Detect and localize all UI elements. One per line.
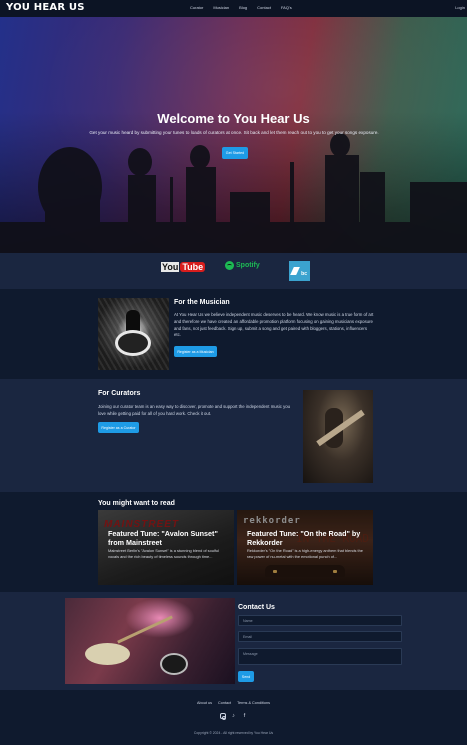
footer: About us Contact Terms & Conditions ♪ f … bbox=[0, 690, 467, 745]
guitarist-image bbox=[303, 390, 373, 483]
musician-section: For the Musician At You Hear Us we belie… bbox=[0, 289, 467, 379]
tiktok-icon[interactable]: ♪ bbox=[231, 713, 237, 719]
nav-link-curator[interactable]: Curator bbox=[190, 5, 203, 10]
register-musician-button[interactable]: Register as a Musician bbox=[174, 346, 217, 357]
live-band-image bbox=[65, 598, 235, 684]
bandcamp-wordmark: bc bbox=[301, 271, 307, 277]
copyright-text: Copyright © 2024 - All right reserved by… bbox=[193, 731, 274, 735]
curators-heading: For Curators bbox=[98, 390, 141, 397]
curators-section: For Curators Joining our curator team is… bbox=[0, 379, 467, 492]
spotify-logo: Spotify bbox=[225, 261, 260, 270]
footer-link-about[interactable]: About us bbox=[197, 701, 212, 705]
instagram-icon[interactable] bbox=[219, 713, 226, 720]
social-links: ♪ f bbox=[0, 713, 467, 720]
nav-links: Curator Musician Blog Contact FAQ's bbox=[190, 5, 292, 10]
email-field[interactable]: Email bbox=[238, 631, 402, 642]
read-heading: You might want to read bbox=[98, 500, 175, 507]
message-field[interactable]: Message bbox=[238, 648, 402, 665]
card-title[interactable]: Featured Tune: "On the Road" by Rekkorde… bbox=[247, 529, 367, 547]
contact-heading: Contact Us bbox=[238, 604, 275, 611]
curators-text: Joining our curator team is an easy way … bbox=[98, 404, 291, 416]
musician-text: At You Hear Us we believe independent mu… bbox=[174, 312, 374, 338]
hero-section: Welcome to You Hear Us Get your music he… bbox=[0, 17, 467, 253]
bandcamp-logo: bc bbox=[289, 261, 310, 281]
drummer-image bbox=[98, 298, 169, 370]
card-description: Mainstreet Berlin's "Avalon Sunset" is a… bbox=[108, 548, 219, 559]
site-logo[interactable]: YOU HEAR US bbox=[6, 2, 85, 13]
musician-heading: For the Musician bbox=[174, 299, 230, 306]
card-description: Rekkorder's "On the Road" is a high-ener… bbox=[247, 548, 363, 559]
footer-link-contact[interactable]: Contact bbox=[218, 701, 231, 705]
nav-link-musician[interactable]: Musician bbox=[213, 5, 229, 10]
platform-logos: You Tube Spotify bc bbox=[0, 253, 467, 289]
send-button[interactable]: Send bbox=[238, 671, 254, 682]
contact-section: Contact Us Name Email Message Send bbox=[0, 592, 467, 690]
card-title[interactable]: Featured Tune: "Avalon Sunset" from Main… bbox=[108, 529, 228, 547]
login-link[interactable]: Login bbox=[455, 5, 465, 10]
youtube-logo: You Tube bbox=[161, 262, 206, 272]
nav-link-blog[interactable]: Blog bbox=[239, 5, 247, 10]
top-nav: YOU HEAR US Curator Musician Blog Contac… bbox=[0, 0, 467, 17]
article-card-rekkorder[interactable]: rekkorder IN THE ROAD Featured Tune: "On… bbox=[237, 510, 373, 585]
hero-subtitle: Get your music heard by submitting your … bbox=[89, 130, 379, 135]
footer-links: About us Contact Terms & Conditions bbox=[0, 701, 467, 705]
article-card-mainstreet[interactable]: MAINSTREET Featured Tune: "Avalon Sunset… bbox=[98, 510, 234, 585]
nav-link-contact[interactable]: Contact bbox=[257, 5, 271, 10]
spotify-wordmark: Spotify bbox=[236, 262, 260, 269]
footer-link-terms[interactable]: Terms & Conditions bbox=[237, 701, 270, 705]
nav-link-faqs[interactable]: FAQ's bbox=[281, 5, 292, 10]
get-started-button[interactable]: Get Started bbox=[222, 147, 248, 159]
facebook-icon[interactable]: f bbox=[242, 713, 248, 719]
youtube-logo-tube: Tube bbox=[180, 262, 206, 272]
spotify-icon bbox=[225, 261, 234, 270]
read-section: You might want to read MAINSTREET Featur… bbox=[0, 492, 467, 592]
youtube-logo-you: You bbox=[161, 262, 180, 272]
name-field[interactable]: Name bbox=[238, 615, 402, 626]
hero-title: Welcome to You Hear Us bbox=[157, 111, 310, 126]
register-curator-button[interactable]: Register as a Curator bbox=[98, 422, 139, 433]
